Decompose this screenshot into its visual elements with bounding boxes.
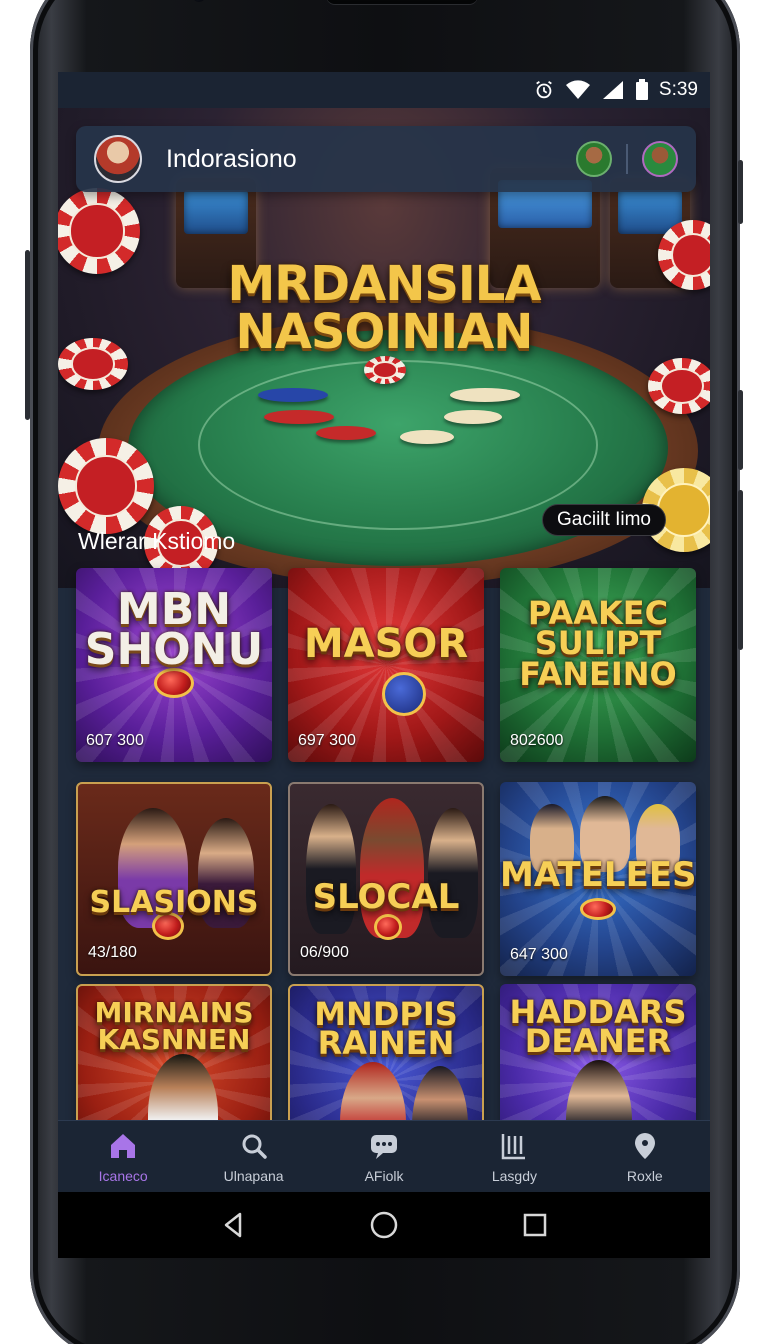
hero-badge-button[interactable]: Gaciilt Iimo — [542, 504, 666, 536]
status-time: S:39 — [658, 79, 698, 100]
nav-label: Icaneco — [98, 1167, 148, 1184]
game-tile[interactable]: MBN SHONU 607 300 — [76, 568, 272, 762]
nav-label: Ulnapana — [223, 1167, 284, 1184]
power-button — [738, 160, 743, 224]
battery-icon — [635, 79, 649, 101]
game-title: PAAKEC SULIPT FANEINO — [519, 594, 677, 693]
nav-item-location[interactable]: Roxle — [580, 1121, 710, 1192]
game-title: MIRNAINS KASNNEN — [94, 996, 254, 1056]
nav-label: Roxle — [626, 1167, 663, 1184]
game-value: 43/180 — [88, 944, 137, 961]
side-button — [25, 250, 30, 420]
game-tile[interactable]: SLASIONS 43/180 — [76, 782, 272, 976]
game-title: SLASIONS — [89, 885, 259, 920]
game-title: MNDPIS RAINEN — [314, 995, 458, 1062]
game-title: MATELEES — [500, 855, 696, 895]
front-camera — [192, 0, 206, 2]
signal-icon — [601, 79, 625, 101]
game-value: 697 300 — [298, 732, 356, 749]
hero-title-line2: NASOINIAN — [235, 304, 534, 360]
bottom-nav: Icaneco Ulnapana AFiolk Lasgdy Roxle — [58, 1120, 710, 1192]
status-bar: S:39 — [58, 72, 710, 108]
nav-item-library[interactable]: Lasgdy — [449, 1121, 579, 1192]
volume-button — [738, 490, 743, 650]
game-title: MASOR — [303, 621, 469, 667]
poker-chip — [58, 438, 154, 534]
section-title: Wlerar Kstiomo — [78, 528, 236, 554]
alarm-icon — [533, 79, 555, 101]
chip-stack — [264, 410, 334, 424]
poker-chip — [648, 358, 710, 414]
game-emblem — [580, 898, 616, 920]
user-avatar[interactable] — [94, 135, 142, 183]
library-icon — [502, 1133, 526, 1159]
game-value: 06/900 — [300, 944, 349, 961]
game-title: SLOCAL — [312, 877, 460, 917]
chip-stack — [258, 388, 328, 402]
nav-label: AFiolk — [364, 1167, 404, 1184]
game-tile[interactable]: SLOCAL 06/900 — [288, 782, 484, 976]
divider — [626, 144, 628, 174]
chip-stack — [444, 410, 502, 424]
character-portrait — [428, 808, 478, 938]
chip-stack — [316, 426, 376, 440]
game-tile[interactable]: PAAKEC SULIPT FANEINO 802600 — [500, 568, 696, 762]
recents-icon[interactable] — [520, 1210, 550, 1240]
game-value: 607 300 — [86, 732, 144, 749]
back-icon[interactable] — [218, 1210, 248, 1240]
game-title: HADDARS DEANER — [509, 993, 687, 1060]
game-tile[interactable]: MASOR 697 300 — [288, 568, 484, 762]
chat-icon — [371, 1134, 398, 1159]
game-value: 647 300 — [510, 946, 568, 963]
phone-screen: S:39 MRDANSILA NASOINIAN Gaciilt Iimo In… — [58, 72, 710, 1258]
friend-avatar[interactable] — [576, 141, 612, 177]
game-tile[interactable]: MATELEES 647 300 — [500, 782, 696, 976]
search-icon — [242, 1134, 267, 1159]
home-circle-icon[interactable] — [369, 1210, 399, 1240]
poker-table-line — [198, 360, 598, 530]
game-emblem — [382, 672, 426, 716]
friend-avatar[interactable] — [642, 141, 678, 177]
home-icon — [111, 1133, 136, 1158]
volume-button — [738, 390, 743, 470]
game-value: 802600 — [510, 732, 564, 749]
chip-stack — [450, 388, 520, 402]
center-chip — [364, 356, 406, 384]
chip-stack — [400, 430, 454, 444]
nav-item-chat[interactable]: AFiolk — [319, 1121, 449, 1192]
earpiece — [326, 0, 478, 4]
location-icon — [634, 1132, 655, 1159]
app-title: Indorasiono — [166, 144, 297, 173]
app-bar: Indorasiono — [76, 126, 696, 192]
wifi-icon — [565, 79, 591, 101]
game-title: MBN SHONU — [84, 584, 264, 675]
system-nav-bar — [58, 1192, 710, 1258]
app-bar-actions — [576, 141, 678, 177]
nav-item-home[interactable]: Icaneco — [58, 1121, 188, 1192]
nav-item-search[interactable]: Ulnapana — [188, 1121, 318, 1192]
game-emblem — [374, 914, 402, 940]
nav-label: Lasgdy — [491, 1167, 537, 1184]
